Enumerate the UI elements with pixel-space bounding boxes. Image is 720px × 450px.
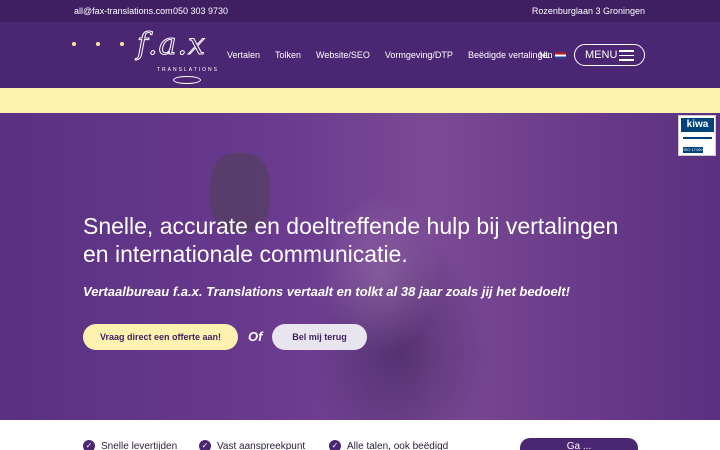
hero-subheadline: Vertaalbureau f.a.x. Translations vertaa… (83, 284, 570, 299)
check-icon: ✓ (199, 440, 211, 450)
language-switcher[interactable]: NL (539, 50, 566, 60)
menu-label: MENU (585, 49, 618, 61)
request-quote-button[interactable]: Vraag direct een offerte aan! (83, 324, 238, 350)
feature-item: ✓ Snelle levertijden (83, 440, 177, 450)
nav-item-vormgeving[interactable]: Vormgeving/DTP (385, 50, 453, 60)
check-icon: ✓ (83, 440, 95, 450)
feature-label: Alle talen, ook beëdigd (347, 440, 449, 450)
email-link[interactable]: all@fax-translations.com (74, 6, 173, 16)
nav-item-website-seo[interactable]: Website/SEO (316, 50, 370, 60)
address-link[interactable]: Rozenburglaan 3 Groningen (532, 6, 645, 16)
nav-item-vertalen[interactable]: Vertalen (227, 50, 260, 60)
language-label: NL (539, 50, 551, 60)
badge-line (683, 137, 712, 139)
notice-bar (0, 88, 720, 113)
call-me-back-button[interactable]: Bel mij terug (272, 324, 367, 350)
nav-item-tolken[interactable]: Tolken (275, 50, 301, 60)
cta-button[interactable]: Ga ... (520, 438, 638, 450)
check-icon: ✓ (329, 440, 341, 450)
feature-item: ✓ Vast aanspreekpunt (199, 440, 305, 450)
hero-headline: Snelle, accurate en doeltreffende hulp b… (83, 213, 619, 267)
logo-mark: f.a.x (137, 27, 206, 63)
feature-item: ✓ Alle talen, ook beëdigd (329, 440, 448, 450)
feature-label: Snelle levertijden (101, 440, 178, 450)
iso-label: ISO 17100 (683, 147, 703, 153)
nav-links: Vertalen Tolken Website/SEO Vormgeving/D… (227, 50, 553, 60)
kiwa-logo: kiwa (681, 118, 714, 132)
phone-link[interactable]: 050 303 9730 (173, 6, 228, 16)
kiwa-certification-badge[interactable]: kiwa ISO 17100 (678, 115, 716, 156)
site-logo[interactable]: f.a.x TRANSLATIONS (133, 27, 223, 87)
or-text: Of (248, 329, 263, 344)
feature-label: Vast aanspreekpunt (217, 440, 306, 450)
hamburger-icon (619, 50, 634, 64)
logo-subtitle: TRANSLATIONS (157, 67, 219, 73)
menu-button[interactable]: MENU (574, 44, 645, 66)
decorative-dots (72, 42, 124, 46)
netherlands-flag-icon (554, 51, 566, 59)
logo-oval (173, 76, 201, 84)
top-bar: all@fax-translations.com 050 303 9730 Ro… (0, 0, 720, 22)
